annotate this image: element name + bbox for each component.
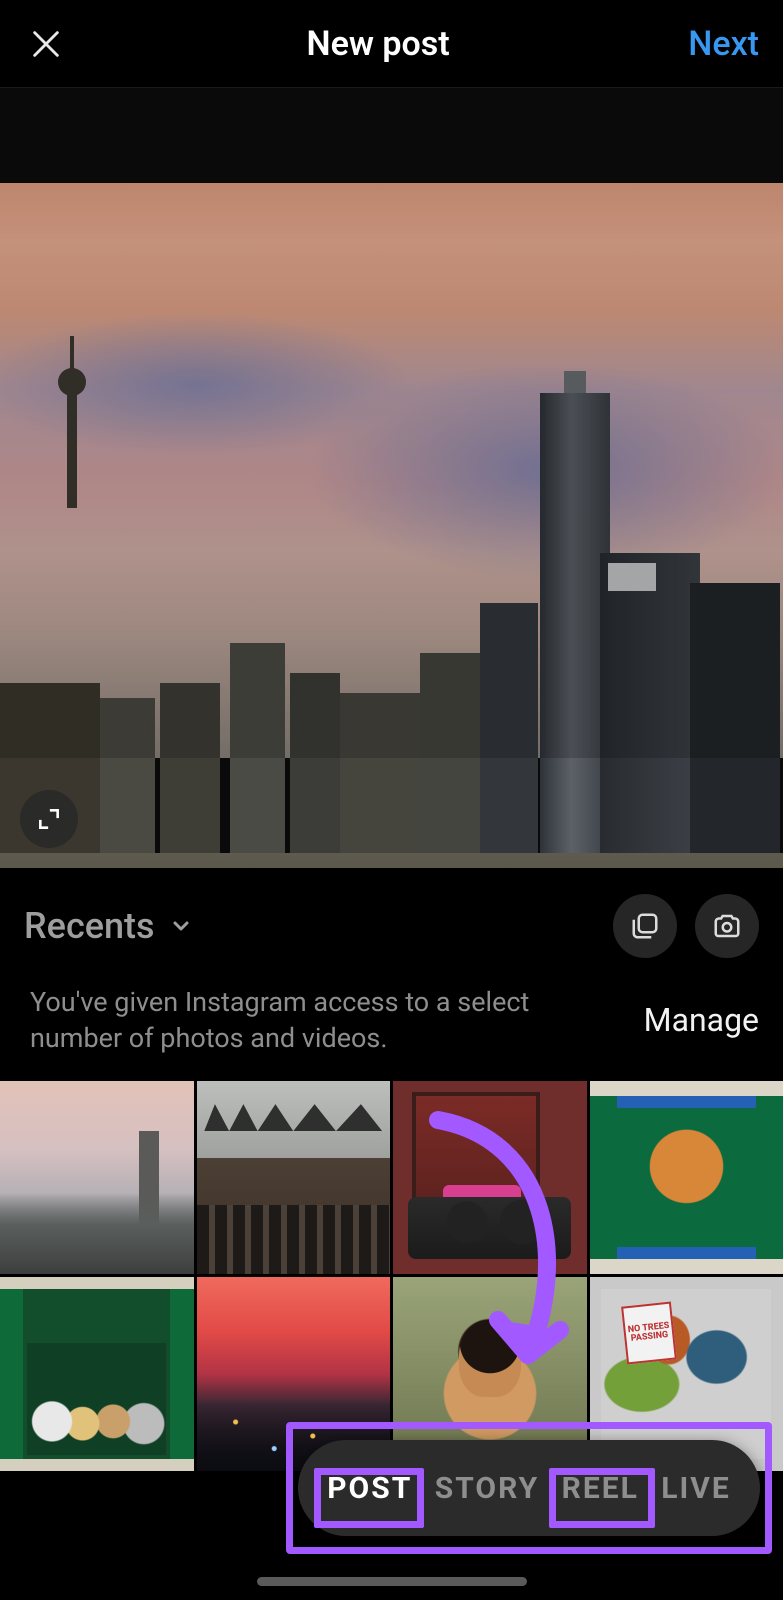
album-label-text: Recents bbox=[24, 905, 155, 947]
photo-thumbnail[interactable] bbox=[590, 1081, 783, 1275]
expand-crop-button[interactable] bbox=[20, 790, 78, 848]
home-indicator[interactable] bbox=[257, 1577, 527, 1586]
photo-thumbnail[interactable] bbox=[393, 1081, 587, 1275]
multi-select-button[interactable] bbox=[613, 894, 677, 958]
photo-thumbnail[interactable] bbox=[0, 1277, 194, 1471]
header-bar: New post Next bbox=[0, 0, 783, 88]
tab-story[interactable]: STORY bbox=[427, 1465, 547, 1512]
album-row: Recents bbox=[0, 868, 783, 974]
content-type-tabs: POST STORY REEL LIVE bbox=[298, 1440, 760, 1536]
header-action-buttons bbox=[613, 894, 759, 958]
sign-text: NO TREES PASSING bbox=[621, 1302, 677, 1365]
page-title: New post bbox=[68, 24, 688, 64]
tab-live[interactable]: LIVE bbox=[653, 1465, 738, 1512]
photo-thumbnail[interactable] bbox=[0, 1081, 194, 1275]
close-icon bbox=[29, 27, 63, 61]
chevron-down-icon bbox=[169, 914, 193, 938]
album-selector[interactable]: Recents bbox=[24, 905, 193, 947]
tab-reel[interactable]: REEL bbox=[554, 1465, 647, 1512]
media-preview[interactable] bbox=[0, 88, 783, 868]
camera-button[interactable] bbox=[695, 894, 759, 958]
multi-select-icon bbox=[630, 911, 660, 941]
permission-text: You've given Instagram access to a selec… bbox=[30, 984, 560, 1057]
next-button[interactable]: Next bbox=[688, 24, 759, 64]
manage-button[interactable]: Manage bbox=[644, 1001, 759, 1039]
preview-image bbox=[0, 183, 783, 758]
permission-row: You've given Instagram access to a selec… bbox=[0, 974, 783, 1081]
close-button[interactable] bbox=[24, 22, 68, 66]
camera-icon bbox=[712, 911, 742, 941]
expand-icon bbox=[36, 806, 62, 832]
photo-thumbnail[interactable] bbox=[197, 1081, 391, 1275]
photo-grid: NO TREES PASSING bbox=[0, 1081, 783, 1471]
tab-post[interactable]: POST bbox=[319, 1465, 420, 1512]
